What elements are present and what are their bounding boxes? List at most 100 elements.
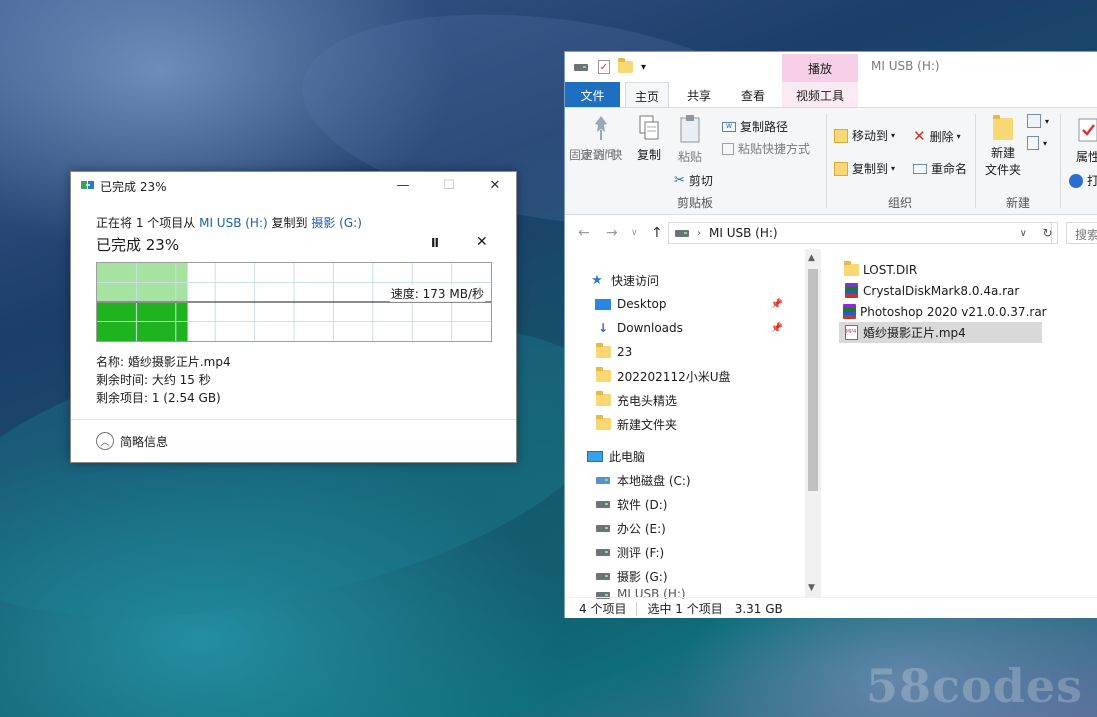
time-remaining-detail: 剩余时间: 大约 15 秒 bbox=[96, 373, 211, 387]
properties-button[interactable]: 属性 bbox=[1068, 116, 1097, 166]
watermark-text: 58codes bbox=[865, 659, 1083, 713]
paste-shortcut-button[interactable]: 粘贴快捷方式 bbox=[722, 140, 810, 157]
folder-icon bbox=[595, 367, 611, 384]
nav-item-folder[interactable]: 新建文件夹 bbox=[595, 413, 677, 435]
refresh-button[interactable]: ↻ bbox=[1038, 222, 1058, 244]
recent-chevron-icon[interactable]: ∨ bbox=[631, 228, 638, 238]
tab-share[interactable]: 共享 bbox=[677, 82, 721, 107]
customize-qat-icon[interactable]: ▾ bbox=[641, 62, 646, 73]
nav-item-this-pc[interactable]: 此电脑 bbox=[587, 445, 645, 467]
rename-label: 重命名 bbox=[931, 162, 968, 176]
easy-access-button[interactable]: ▾ bbox=[1027, 136, 1047, 150]
tab-view[interactable]: 查看 bbox=[731, 82, 775, 107]
scroll-up-icon[interactable]: ▲ bbox=[808, 253, 815, 263]
new-item-button[interactable]: ▾ bbox=[1027, 114, 1049, 128]
less-details-toggle[interactable]: ︿ 简略信息 bbox=[96, 432, 168, 450]
properties-icon bbox=[1078, 118, 1097, 142]
search-input[interactable]: 搜索 bbox=[1066, 222, 1097, 244]
copy-details: 名称: 婚纱摄影正片.mp4 剩余时间: 大约 15 秒 剩余项目: 1 (2.… bbox=[96, 353, 231, 407]
scrollbar-thumb[interactable] bbox=[808, 269, 818, 491]
nav-scrollbar[interactable]: ▲ ▼ bbox=[805, 249, 821, 597]
dialog-title-bar: 已完成 23% — ☐ ✕ bbox=[71, 172, 516, 198]
nav-item-quick-access[interactable]: ★ 快速访问 bbox=[589, 269, 659, 291]
breadcrumb-chevron-icon: › bbox=[697, 227, 701, 239]
properties-check-icon[interactable]: ✓ bbox=[598, 60, 610, 74]
chevron-down-icon: ▾ bbox=[1045, 116, 1050, 126]
explorer-title-bar: ✓ ▾ 播放 MI USB (H:) bbox=[565, 52, 1097, 82]
chevron-down-icon: ▾ bbox=[891, 131, 896, 140]
nav-item-drive[interactable]: 软件 (D:) bbox=[595, 493, 667, 515]
move-to-icon bbox=[834, 128, 848, 143]
cancel-copy-button[interactable]: ✕ bbox=[476, 234, 488, 250]
nav-item-desktop[interactable]: Desktop 📌 bbox=[595, 293, 803, 315]
drive-icon bbox=[574, 63, 588, 71]
minimize-button[interactable]: — bbox=[380, 172, 426, 198]
nav-item-folder[interactable]: 202202112小米U盘 bbox=[595, 365, 731, 387]
open-button[interactable]: 打 bbox=[1069, 172, 1097, 189]
rename-button[interactable]: 重命名 bbox=[913, 160, 967, 177]
list-item[interactable]: LOST.DIR bbox=[839, 259, 1042, 280]
tab-file[interactable]: 文件 bbox=[565, 82, 620, 107]
pin-icon[interactable]: 📌 bbox=[771, 299, 783, 310]
up-arrow-icon[interactable]: ↑ bbox=[651, 225, 663, 241]
folder-icon bbox=[595, 415, 611, 432]
copy-button[interactable]: 复制 bbox=[633, 114, 665, 164]
forward-arrow-icon[interactable]: → bbox=[606, 225, 618, 241]
file-name: CrystalDiskMark8.0.4a.rar bbox=[863, 283, 1020, 298]
items-remaining-detail: 剩余项目: 1 (2.54 GB) bbox=[96, 391, 221, 405]
progress-percentage: 已完成 23% bbox=[96, 236, 180, 254]
delete-button[interactable]: ✕ 删除 ▾ bbox=[913, 127, 961, 145]
chevron-down-icon: ▾ bbox=[956, 131, 961, 141]
list-item-selected[interactable]: MP4 婚纱摄影正片.mp4 bbox=[839, 322, 1042, 343]
nav-item-downloads[interactable]: ↓ Downloads 📌 bbox=[595, 317, 803, 339]
item-count: 4 个项目 bbox=[579, 602, 627, 616]
list-item[interactable]: Photoshop 2020 v21.0.0.37.rar bbox=[839, 301, 1047, 322]
destination-link[interactable]: 摄影 (G:) bbox=[311, 216, 362, 230]
copy-to-button[interactable]: 复制到 ▾ bbox=[834, 160, 895, 177]
copy-progress-dialog: 已完成 23% — ☐ ✕ 正在将 1 个项目从 MI USB (H:) 复制到… bbox=[70, 171, 517, 463]
selected-size: 3.31 GB bbox=[734, 601, 783, 616]
list-item[interactable]: CrystalDiskMark8.0.4a.rar bbox=[839, 280, 1042, 301]
tab-video-tools[interactable]: 视频工具 bbox=[782, 82, 858, 107]
close-button[interactable]: ✕ bbox=[472, 172, 518, 198]
nav-item-drive[interactable]: 本地磁盘 (C:) bbox=[595, 469, 691, 491]
back-arrow-icon[interactable]: ← bbox=[578, 225, 590, 241]
chevron-up-icon: ︿ bbox=[96, 432, 114, 450]
delete-x-icon: ✕ bbox=[913, 127, 926, 145]
nav-item-folder[interactable]: 充电头精选 bbox=[595, 389, 677, 411]
nav-label: 摄影 (G:) bbox=[617, 569, 668, 584]
paste-shortcut-icon bbox=[722, 142, 734, 155]
nav-item-folder[interactable]: 23 bbox=[595, 341, 632, 363]
tab-home[interactable]: 主页 bbox=[625, 82, 669, 107]
scroll-down-icon[interactable]: ▼ bbox=[808, 583, 815, 593]
nav-item-drive[interactable]: 测评 (F:) bbox=[595, 541, 664, 563]
new-folder-button[interactable]: 新建 文件夹 bbox=[981, 115, 1025, 179]
nav-item-drive[interactable]: 办公 (E:) bbox=[595, 517, 666, 539]
move-to-button[interactable]: 移动到 ▾ bbox=[834, 127, 895, 144]
rar-icon bbox=[843, 304, 856, 320]
pin-icon[interactable]: 📌 bbox=[771, 323, 783, 334]
ribbon-separator bbox=[1060, 114, 1061, 208]
address-dropdown-icon[interactable]: ∨ bbox=[1020, 228, 1027, 239]
open-globe-icon bbox=[1069, 173, 1083, 188]
computer-icon bbox=[587, 448, 603, 464]
copy-to-text: 复制到 bbox=[271, 216, 308, 230]
rename-icon bbox=[913, 163, 927, 174]
nav-item-drive[interactable]: 摄影 (G:) bbox=[595, 565, 668, 587]
copy-path-button[interactable]: W 复制路径 bbox=[722, 118, 788, 135]
scissors-icon: ✂ bbox=[674, 173, 685, 188]
paste-label: 粘贴 bbox=[677, 150, 702, 164]
cut-button[interactable]: ✂ 剪切 bbox=[674, 172, 713, 189]
pin-quick-access-button[interactable]: 固定到"快 速访问" bbox=[569, 114, 633, 164]
nav-label: 新建文件夹 bbox=[617, 417, 678, 432]
source-link[interactable]: MI USB (H:) bbox=[199, 216, 268, 230]
open-label: 打 bbox=[1087, 172, 1097, 189]
chevron-down-icon: ▾ bbox=[891, 164, 896, 173]
address-bar[interactable]: › MI USB (H:) ∨ bbox=[668, 222, 1052, 244]
paste-button[interactable]: 粘贴 bbox=[673, 114, 707, 166]
new-folder-qat-icon[interactable] bbox=[618, 58, 633, 73]
easy-access-icon bbox=[1027, 136, 1039, 150]
mp4-icon: MP4 bbox=[843, 325, 859, 341]
pause-button[interactable]: II bbox=[431, 236, 439, 250]
pin-label-1: 固定到"快 bbox=[569, 148, 623, 162]
